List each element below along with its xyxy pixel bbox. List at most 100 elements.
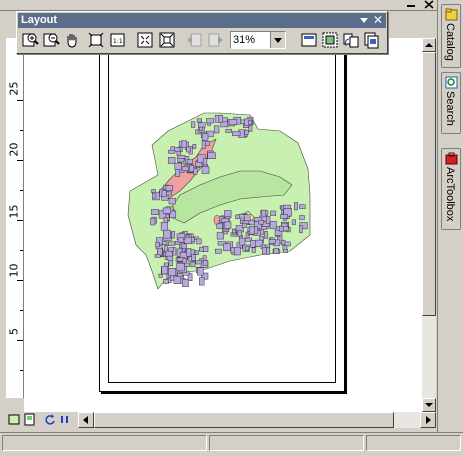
change-layout-button[interactable] (342, 31, 360, 49)
toolbar-close-icon[interactable]: ✕ (372, 14, 384, 27)
parcel (184, 236, 192, 244)
zoom-whole-page-button[interactable] (87, 31, 105, 49)
scroll-up-button[interactable] (422, 38, 436, 52)
search-icon (445, 76, 458, 89)
zoom-in-button[interactable] (21, 31, 39, 49)
parcel (202, 260, 209, 266)
parcel (158, 273, 163, 278)
parcel (280, 214, 288, 219)
ruler-tick (20, 370, 23, 371)
arrow-right-icon (426, 416, 431, 424)
parcel (237, 230, 242, 237)
pause-drawing-icon[interactable] (58, 413, 72, 427)
parcel (282, 245, 288, 250)
vertical-scroll-thumb[interactable] (422, 52, 436, 316)
vertical-scrollbar[interactable] (422, 38, 436, 412)
parcel (168, 149, 176, 154)
close-icon[interactable] (422, 0, 436, 9)
fixed-zoom-in-button[interactable] (136, 31, 154, 49)
parcel (186, 248, 192, 257)
ruler-tick (17, 100, 23, 101)
parcel (186, 146, 191, 153)
pan-button[interactable] (63, 31, 81, 49)
parcel (155, 242, 160, 248)
minimize-icon[interactable] (404, 0, 418, 9)
zoom-100-button[interactable]: 1:1 (109, 31, 127, 49)
parcel (184, 262, 191, 267)
scroll-down-button[interactable] (422, 398, 436, 412)
parcel (283, 249, 288, 253)
parcel (202, 255, 207, 261)
refresh-icon[interactable] (43, 413, 57, 427)
view-toolbar-strip (6, 412, 436, 428)
go-back-extent-button[interactable] (185, 31, 203, 49)
ruler-tick (17, 160, 23, 161)
layout-canvas[interactable] (24, 38, 422, 412)
parcel (238, 237, 246, 246)
horizontal-scroll-thumb[interactable] (94, 412, 394, 428)
parcel (174, 162, 182, 170)
ruler-label: 25 (7, 81, 21, 96)
parcel (197, 267, 204, 276)
parcel (182, 258, 187, 264)
ruler-tick (17, 280, 23, 281)
layout-toolbar[interactable]: Layout ✕ 1:1 31% (16, 11, 388, 54)
parcel (168, 197, 176, 205)
parcel (181, 166, 189, 171)
parcel (216, 223, 223, 229)
data-driven-pages-button[interactable] (363, 31, 381, 49)
zoom-in-icon (22, 33, 39, 47)
horizontal-scrollbar[interactable] (78, 412, 436, 428)
parcel (152, 193, 157, 199)
parcel (192, 144, 197, 149)
parcel (161, 190, 167, 197)
ruler-label: 15 (7, 204, 21, 219)
parcel (244, 129, 249, 135)
parcel (160, 222, 169, 231)
arctoolbox-tab[interactable]: ArcToolbox (441, 148, 461, 230)
parcel (190, 121, 196, 128)
parcel (225, 128, 232, 133)
vertical-ruler: 25 20 15 10 5 (6, 38, 24, 398)
parcel (171, 231, 176, 239)
layout-view-icon[interactable] (23, 413, 37, 427)
zoom-percentage-select[interactable]: 31% (230, 31, 286, 49)
parcel (242, 220, 250, 225)
parcel (215, 248, 222, 254)
zoom-100-icon: 1:1 (110, 33, 125, 47)
data-view-icon[interactable] (8, 413, 22, 427)
catalog-tab[interactable]: Catalog (441, 4, 461, 68)
toolbar-menu-arrow-icon[interactable] (358, 15, 370, 26)
parcel (299, 225, 303, 234)
parcel (173, 275, 181, 284)
status-panel-coordinates (209, 435, 364, 451)
parcel (186, 159, 193, 164)
search-tab[interactable]: Search (441, 72, 461, 134)
parcel (291, 219, 296, 225)
arrow-down-icon (425, 403, 433, 407)
zoom-dropdown-arrow[interactable] (270, 32, 285, 48)
parcel (189, 165, 195, 172)
parcel (251, 247, 256, 253)
ruler-tick (20, 130, 23, 131)
parcel (196, 118, 202, 123)
ruler-label: 5 (7, 328, 21, 335)
parcel (294, 202, 298, 211)
parcel (270, 210, 277, 216)
parcel (175, 168, 180, 177)
layout-toolbar-titlebar[interactable]: Layout ✕ (18, 13, 386, 28)
parcel (191, 254, 196, 261)
scroll-left-button[interactable] (78, 412, 94, 428)
toggle-draft-mode-button[interactable] (300, 31, 318, 49)
go-forward-extent-button[interactable] (207, 31, 225, 49)
map-data-frame[interactable] (100, 45, 344, 391)
parcel (168, 268, 177, 277)
zoom-out-button[interactable] (42, 31, 60, 49)
parcel (177, 237, 184, 243)
scroll-right-button[interactable] (420, 412, 436, 428)
ruler-tick (17, 220, 23, 221)
focus-data-frame-button[interactable] (321, 31, 339, 49)
layout-page[interactable] (99, 44, 345, 392)
fixed-zoom-out-button[interactable] (158, 31, 176, 49)
parcel (176, 263, 185, 272)
